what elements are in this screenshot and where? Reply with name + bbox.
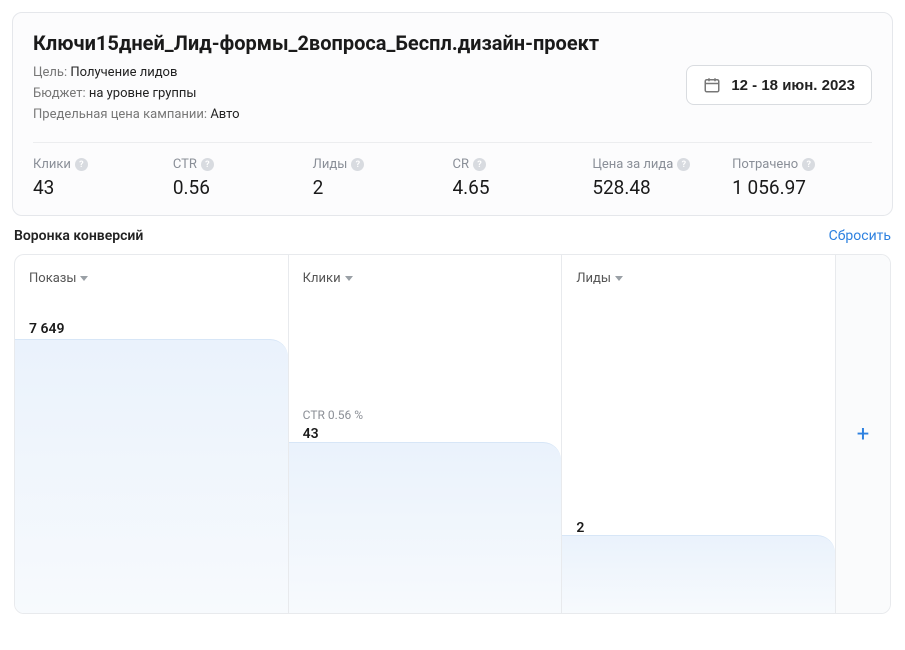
stat-label: Потрачено ? [732, 157, 872, 172]
budget-label: Бюджет: [33, 86, 86, 101]
stat-label-text: Потрачено [732, 157, 798, 172]
help-icon[interactable]: ? [802, 158, 815, 171]
goal-value: Получение лидов [70, 65, 177, 80]
goal-line: Цель: Получение лидов [33, 65, 686, 80]
funnel-chart: Показы 7 649 Клики CTR 0.56 % 43 Лиды 2 … [14, 254, 891, 614]
limit-line: Предельная цена кампании: Авто [33, 107, 686, 122]
limit-value: Авто [210, 107, 239, 122]
funnel-col-label: Лиды [576, 271, 611, 286]
funnel-col-select[interactable]: Показы [15, 255, 288, 302]
funnel-bar [289, 442, 562, 613]
stat-label-text: Цена за лида [592, 157, 673, 172]
meta-block: Цель: Получение лидов Бюджет: на уровне … [33, 65, 686, 128]
help-icon[interactable]: ? [351, 158, 364, 171]
funnel-title: Воронка конверсий [14, 228, 143, 244]
stat-label-text: CTR [173, 157, 197, 172]
stat-label-text: Клики [33, 157, 71, 172]
header-row: Цель: Получение лидов Бюджет: на уровне … [33, 65, 872, 128]
help-icon[interactable]: ? [677, 158, 690, 171]
stat-label: Лиды ? [313, 157, 453, 172]
funnel-header: Воронка конверсий Сбросить [14, 228, 891, 244]
funnel-column: Клики CTR 0.56 % 43 [289, 255, 563, 613]
plus-icon: + [857, 422, 869, 447]
stat-label: Клики ? [33, 157, 173, 172]
budget-value: на уровне группы [89, 86, 197, 101]
stat-item: Цена за лида ? 528.48 [592, 157, 732, 199]
funnel-col-body: 2 [562, 302, 835, 613]
help-icon[interactable]: ? [201, 158, 214, 171]
stat-value: 1 056.97 [732, 176, 872, 199]
stat-label-text: CR [452, 157, 468, 172]
funnel-bar [562, 535, 835, 613]
stat-label: Цена за лида ? [592, 157, 732, 172]
stat-value: 0.56 [173, 176, 313, 199]
calendar-icon [703, 76, 721, 94]
funnel-column: Лиды 2 [562, 255, 836, 613]
stat-item: CR ? 4.65 [452, 157, 592, 199]
stat-value: 43 [33, 176, 173, 199]
stat-label: CTR ? [173, 157, 313, 172]
funnel-bar [15, 339, 288, 613]
date-range-button[interactable]: 12 - 18 июн. 2023 [686, 65, 872, 105]
help-icon[interactable]: ? [75, 158, 88, 171]
funnel-col-label: Клики [303, 271, 341, 286]
chevron-down-icon [615, 276, 623, 281]
budget-line: Бюджет: на уровне группы [33, 86, 686, 101]
funnel-value: 2 [576, 520, 584, 536]
funnel-value: 7 649 [29, 321, 64, 337]
add-funnel-column-button[interactable]: + [836, 255, 890, 613]
funnel-col-body: 7 649 [15, 302, 288, 613]
stat-value: 528.48 [592, 176, 732, 199]
funnel-column: Показы 7 649 [15, 255, 289, 613]
reset-link[interactable]: Сбросить [829, 228, 891, 244]
stat-value: 2 [313, 176, 453, 199]
stat-item: Клики ? 43 [33, 157, 173, 199]
goal-label: Цель: [33, 65, 67, 80]
funnel-col-select[interactable]: Клики [289, 255, 562, 302]
stat-label-text: Лиды [313, 157, 348, 172]
funnel-col-label: Показы [29, 271, 76, 286]
limit-label: Предельная цена кампании: [33, 107, 207, 122]
funnel-rate: CTR 0.56 % [303, 408, 363, 422]
stat-item: Лиды ? 2 [313, 157, 453, 199]
chevron-down-icon [80, 276, 88, 281]
campaign-title: Ключи15дней_Лид-формы_2вопроса_Беспл.диз… [33, 31, 872, 55]
stat-value: 4.65 [452, 176, 592, 199]
help-icon[interactable]: ? [473, 158, 486, 171]
chevron-down-icon [345, 276, 353, 281]
stat-item: CTR ? 0.56 [173, 157, 313, 199]
campaign-card: Ключи15дней_Лид-формы_2вопроса_Беспл.диз… [12, 12, 893, 216]
stat-item: Потрачено ? 1 056.97 [732, 157, 872, 199]
funnel-col-body: CTR 0.56 % 43 [289, 302, 562, 613]
funnel-value: 43 [303, 426, 319, 442]
date-range-text: 12 - 18 июн. 2023 [731, 77, 855, 94]
stat-label: CR ? [452, 157, 592, 172]
stats-row: Клики ? 43 CTR ? 0.56 Лиды ? 2 CR ? 4.65… [33, 142, 872, 199]
funnel-col-select[interactable]: Лиды [562, 255, 835, 302]
